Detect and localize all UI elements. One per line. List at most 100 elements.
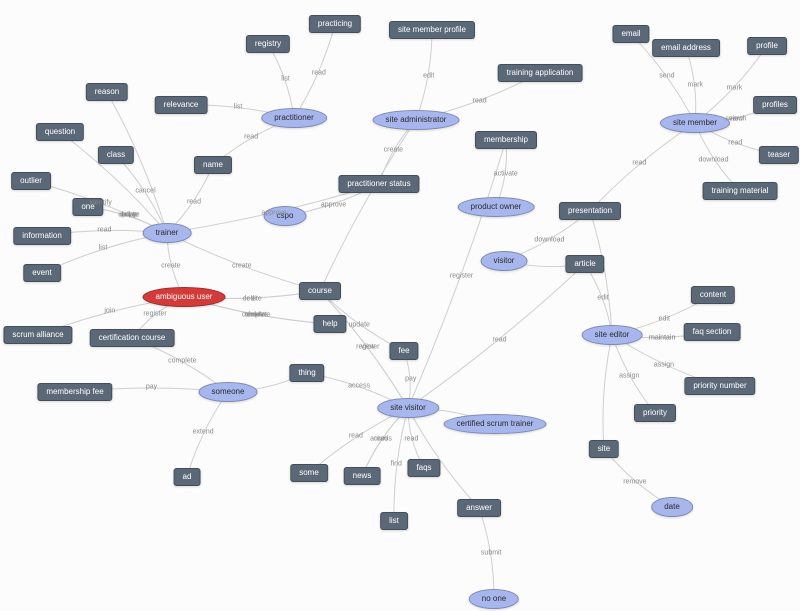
graph-node-site-member[interactable]: site member bbox=[660, 113, 730, 133]
graph-node-article[interactable]: article bbox=[565, 255, 604, 273]
graph-node-certified-scrum-trainer[interactable]: certified scrum trainer bbox=[444, 414, 547, 434]
graph-node-priority[interactable]: priority bbox=[634, 404, 676, 422]
graph-node-membership[interactable]: membership bbox=[475, 131, 537, 149]
graph-node-class[interactable]: class bbox=[98, 146, 134, 164]
graph-node-ad[interactable]: ad bbox=[174, 468, 201, 486]
graph-edge-label: assign bbox=[654, 361, 674, 368]
graph-node-label: visitor bbox=[494, 256, 515, 265]
graph-node-training-material[interactable]: training material bbox=[703, 182, 778, 200]
graph-node-label: content bbox=[700, 290, 726, 299]
graph-node-profiles[interactable]: profiles bbox=[753, 96, 797, 114]
graph-node-outlier[interactable]: outlier bbox=[11, 172, 51, 190]
graph-node-label: cspo bbox=[277, 211, 294, 220]
graph-node-event[interactable]: event bbox=[23, 264, 61, 282]
graph-node-someone[interactable]: someone bbox=[199, 382, 258, 402]
graph-edge bbox=[695, 123, 740, 191]
graph-node-list[interactable]: list bbox=[380, 512, 408, 530]
graph-edge bbox=[590, 211, 612, 335]
graph-node-teaser[interactable]: teaser bbox=[759, 146, 799, 164]
graph-edge-label: complete bbox=[168, 357, 196, 364]
graph-node-label: thing bbox=[298, 368, 315, 377]
graph-node-membership-fee[interactable]: membership fee bbox=[37, 383, 112, 401]
graph-node-site-member-profile[interactable]: site member profile bbox=[389, 21, 475, 39]
graph-node-label: question bbox=[45, 127, 75, 136]
graph-node-registry[interactable]: registry bbox=[246, 35, 290, 53]
graph-node-course[interactable]: course bbox=[299, 282, 341, 300]
graph-node-no-one[interactable]: no one bbox=[469, 589, 519, 609]
graph-node-name[interactable]: name bbox=[194, 156, 232, 174]
graph-node-email[interactable]: email bbox=[612, 25, 649, 43]
graph-edge bbox=[686, 48, 696, 123]
graph-node-practitioner[interactable]: practitioner bbox=[261, 108, 327, 128]
graph-node-label: list bbox=[389, 516, 399, 525]
graph-node-label: ad bbox=[183, 472, 192, 481]
graph-node-relevance[interactable]: relevance bbox=[155, 96, 208, 114]
graph-node-one[interactable]: one bbox=[72, 198, 103, 216]
graph-node-faq-section[interactable]: faq section bbox=[684, 323, 741, 341]
graph-edge bbox=[416, 30, 432, 120]
graph-node-news[interactable]: news bbox=[344, 467, 381, 485]
graph-node-question[interactable]: question bbox=[36, 123, 84, 141]
graph-node-site-visitor[interactable]: site visitor bbox=[377, 398, 439, 418]
graph-node-visitor[interactable]: visitor bbox=[481, 251, 528, 271]
graph-node-label: event bbox=[32, 268, 52, 277]
graph-node-trainer[interactable]: trainer bbox=[143, 223, 192, 243]
graph-edge-label: submit bbox=[481, 549, 502, 556]
graph-node-label: date bbox=[664, 502, 680, 511]
graph-node-label: site editor bbox=[595, 330, 630, 339]
graph-node-site-administrator[interactable]: site administrator bbox=[373, 110, 460, 130]
graph-node-label: article bbox=[574, 259, 595, 268]
graph-node-date[interactable]: date bbox=[651, 497, 693, 517]
graph-node-site[interactable]: site bbox=[589, 440, 619, 458]
graph-node-content[interactable]: content bbox=[691, 286, 735, 304]
graph-edge bbox=[362, 408, 408, 476]
graph-node-some[interactable]: some bbox=[290, 464, 328, 482]
graph-edge-label: read bbox=[632, 160, 646, 167]
graph-node-training-application[interactable]: training application bbox=[498, 64, 583, 82]
graph-node-label: profiles bbox=[762, 100, 788, 109]
graph-node-email-address[interactable]: email address bbox=[652, 39, 720, 57]
graph-node-fee[interactable]: fee bbox=[389, 342, 418, 360]
graph-node-label: practitioner status bbox=[347, 179, 410, 188]
graph-node-information[interactable]: information bbox=[13, 227, 71, 245]
graph-node-practitioner-status[interactable]: practitioner status bbox=[338, 175, 419, 193]
graph-node-help[interactable]: help bbox=[313, 315, 346, 333]
graph-node-certification-course[interactable]: certification course bbox=[90, 329, 175, 347]
graph-edge-label: register bbox=[356, 343, 379, 350]
graph-edge-label: remove bbox=[623, 478, 646, 485]
graph-node-cspo[interactable]: cspo bbox=[264, 206, 307, 226]
graph-edge bbox=[167, 233, 320, 291]
graph-node-presentation[interactable]: presentation bbox=[559, 202, 621, 220]
graph-edge-label: create bbox=[384, 146, 403, 153]
graph-edge-label: access bbox=[370, 436, 392, 443]
graph-edge-label: access bbox=[348, 382, 370, 389]
graph-node-answer[interactable]: answer bbox=[457, 499, 501, 517]
graph-edge bbox=[479, 508, 494, 599]
graph-node-label: answer bbox=[466, 503, 492, 512]
graph-edge-label: view bbox=[361, 343, 375, 350]
graph-node-label: someone bbox=[212, 387, 245, 396]
graph-edge bbox=[116, 155, 167, 233]
graph-node-practicing[interactable]: practicing bbox=[309, 15, 361, 33]
graph-edge-label: read bbox=[97, 226, 111, 233]
graph-edge bbox=[590, 123, 695, 211]
graph-node-reason[interactable]: reason bbox=[86, 83, 128, 101]
graph-node-label: site administrator bbox=[386, 115, 447, 124]
graph-node-label: course bbox=[308, 286, 332, 295]
graph-node-ambiguous-user[interactable]: ambiguous user bbox=[143, 287, 226, 307]
graph-node-thing[interactable]: thing bbox=[289, 364, 324, 382]
graph-edge-label: create bbox=[232, 263, 251, 270]
graph-edge-label: maintain bbox=[649, 335, 675, 342]
graph-node-product-owner[interactable]: product owner bbox=[458, 197, 535, 217]
graph-node-faqs[interactable]: faqs bbox=[407, 459, 440, 477]
graph-node-profile[interactable]: profile bbox=[747, 37, 787, 55]
graph-edge-label: cancel bbox=[135, 188, 155, 195]
graph-edge bbox=[612, 335, 655, 413]
graph-edge-label: read bbox=[728, 140, 742, 147]
graph-edge-label: edit bbox=[597, 294, 608, 301]
graph-node-label: priority number bbox=[693, 381, 746, 390]
graph-node-site-editor[interactable]: site editor bbox=[582, 325, 643, 345]
graph-node-priority-number[interactable]: priority number bbox=[684, 377, 755, 395]
graph-node-scrum-alliance[interactable]: scrum alliance bbox=[3, 326, 72, 344]
graph-node-label: certification course bbox=[99, 333, 166, 342]
